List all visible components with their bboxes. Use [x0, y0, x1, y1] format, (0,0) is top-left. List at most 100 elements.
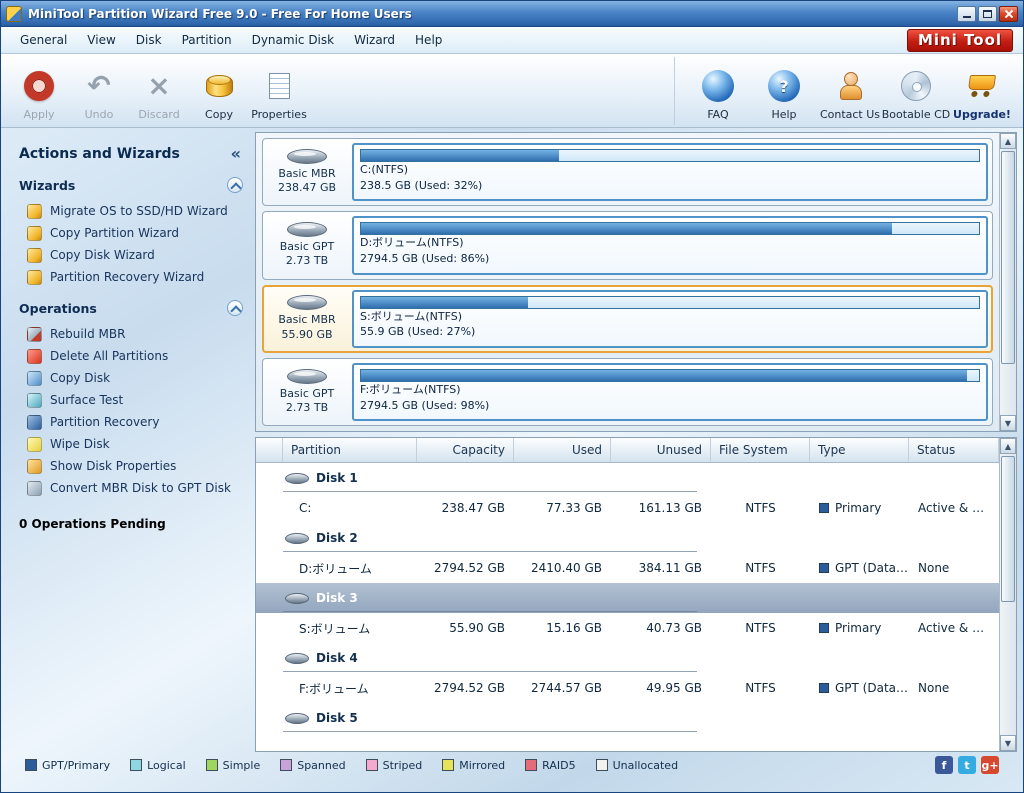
scrollbar-thumb[interactable] — [1001, 456, 1015, 603]
disk-size-label: 2.73 TB — [285, 254, 329, 268]
partition-info: 55.9 GB (Used: 27%) — [360, 325, 476, 339]
sidebar-item-partition-recovery-wizard[interactable]: Partition Recovery Wizard — [19, 266, 247, 288]
contact-us-button[interactable]: Contact Us — [817, 57, 883, 125]
menu-wizard[interactable]: Wizard — [345, 29, 404, 51]
menu-view[interactable]: View — [78, 29, 124, 51]
usage-bar — [360, 222, 980, 236]
minimize-button[interactable] — [957, 5, 976, 22]
disk-map-row-disk4[interactable]: Basic GPT 2.73 TB F:ボリューム(NTFS) 2794.5 G… — [262, 357, 993, 426]
copy-disk-wizard-icon — [27, 247, 42, 263]
scroll-up-icon[interactable]: ▲ — [1000, 438, 1016, 454]
col-file-system[interactable]: File System — [711, 438, 810, 462]
sidebar-item-show-disk-properties[interactable]: Show Disk Properties — [19, 455, 247, 477]
facebook-icon[interactable]: f — [935, 756, 953, 774]
disk-icon — [285, 532, 309, 544]
partition-label: S:ボリューム(NTFS) — [360, 309, 463, 323]
operations-section-title: Operations — [19, 300, 97, 316]
partition-name: D:ボリューム — [299, 561, 372, 576]
disk-group-row-4[interactable]: Disk 4 — [256, 643, 999, 673]
wizards-section-title: Wizards — [19, 177, 76, 193]
sidebar-item-partition-recovery[interactable]: Partition Recovery — [19, 411, 247, 433]
sidebar-item-convert-mbr-to-gpt[interactable]: Convert MBR Disk to GPT Disk — [19, 477, 247, 499]
menu-partition[interactable]: Partition — [173, 29, 241, 51]
sidebar-item-copy-disk[interactable]: Copy Disk — [19, 367, 247, 389]
discard-button[interactable]: × Discard — [129, 57, 189, 125]
legend-striped: Striped — [365, 759, 422, 772]
sidebar-item-copy-partition-wizard[interactable]: Copy Partition Wizard — [19, 222, 247, 244]
partition-row-d[interactable]: D:ボリューム 2794.52 GB 2410.40 GB 384.11 GB … — [256, 553, 999, 583]
legend-bar: GPT/Primary Logical Simple Spanned Strip… — [1, 752, 1023, 778]
collapse-wizards-icon[interactable] — [227, 177, 243, 193]
disk-map-row-disk2[interactable]: Basic GPT 2.73 TB D:ボリューム(NTFS) 2794.5 G… — [262, 211, 993, 280]
sidebar-item-wipe-disk[interactable]: Wipe Disk — [19, 433, 247, 455]
scroll-down-icon[interactable]: ▼ — [1000, 735, 1016, 751]
disk-map-scrollbar[interactable]: ▲ ▼ — [999, 133, 1016, 431]
disk-map-row-disk3-selected[interactable]: Basic MBR 55.90 GB S:ボリューム(NTFS) 55.9 GB… — [262, 284, 993, 353]
menu-help[interactable]: Help — [406, 29, 451, 51]
partition-block-f[interactable]: F:ボリューム(NTFS) 2794.5 GB (Used: 98%) — [352, 362, 988, 421]
disk-group-row-5[interactable]: Disk 5 — [256, 703, 999, 733]
disk-group-row-3-selected[interactable]: Disk 3 — [256, 583, 999, 613]
operations-pending-label: 0 Operations Pending — [19, 517, 166, 531]
undo-icon: ↶ — [87, 69, 111, 102]
partition-name: F:ボリューム — [299, 681, 369, 696]
app-window: MiniTool Partition Wizard Free 9.0 - Fre… — [0, 0, 1024, 793]
upgrade-button[interactable]: Upgrade! — [949, 57, 1015, 125]
surface-test-icon — [27, 392, 42, 408]
scrollbar-thumb[interactable] — [1001, 151, 1015, 364]
scroll-down-icon[interactable]: ▼ — [1000, 415, 1016, 431]
col-partition[interactable]: Partition — [283, 438, 417, 462]
partition-row-f[interactable]: F:ボリューム 2794.52 GB 2744.57 GB 49.95 GB N… — [256, 673, 999, 703]
faq-globe-icon — [702, 70, 734, 102]
disk-map-row-disk1[interactable]: Basic MBR 238.47 GB C:(NTFS) 238.5 GB (U… — [262, 138, 993, 207]
sidebar-item-surface-test[interactable]: Surface Test — [19, 389, 247, 411]
col-unused[interactable]: Unused — [611, 438, 711, 462]
col-type[interactable]: Type — [810, 438, 909, 462]
sidebar-item-rebuild-mbr[interactable]: Rebuild MBR — [19, 323, 247, 345]
partition-block-s[interactable]: S:ボリューム(NTFS) 55.9 GB (Used: 27%) — [352, 289, 988, 348]
delete-all-partitions-icon — [27, 348, 42, 364]
sidebar-item-copy-disk-wizard[interactable]: Copy Disk Wizard — [19, 244, 247, 266]
collapse-sidebar-icon[interactable]: « — [225, 144, 247, 163]
undo-button[interactable]: ↶ Undo — [69, 57, 129, 125]
partition-label: D:ボリューム(NTFS) — [360, 236, 464, 250]
menu-general[interactable]: General — [11, 29, 76, 51]
disk-type-label: Basic MBR — [278, 313, 336, 327]
google-plus-icon[interactable]: g+ — [981, 756, 999, 774]
properties-button[interactable]: Properties — [249, 57, 309, 125]
menu-disk[interactable]: Disk — [127, 29, 171, 51]
partition-type-color — [819, 623, 829, 633]
table-scrollbar[interactable]: ▲ ▼ — [999, 438, 1016, 751]
disk-group-row-2[interactable]: Disk 2 — [256, 523, 999, 553]
apply-icon — [24, 71, 54, 101]
collapse-operations-icon[interactable] — [227, 300, 243, 316]
migrate-os-wizard-icon — [27, 203, 42, 219]
disk-group-row-1[interactable]: Disk 1 — [256, 463, 999, 493]
wipe-disk-icon — [27, 436, 42, 452]
help-button[interactable]: ? Help — [751, 57, 817, 125]
twitter-icon[interactable]: t — [958, 756, 976, 774]
maximize-button[interactable] — [978, 5, 997, 22]
col-status[interactable]: Status — [909, 438, 999, 462]
partition-row-s[interactable]: S:ボリューム 55.90 GB 15.16 GB 40.73 GB NTFS … — [256, 613, 999, 643]
copy-button[interactable]: Copy — [189, 57, 249, 125]
faq-button[interactable]: FAQ — [685, 57, 751, 125]
hard-disk-icon — [287, 295, 327, 311]
disk-type-label: Basic MBR — [278, 166, 336, 180]
col-capacity[interactable]: Capacity — [417, 438, 514, 462]
disk-size-label: 2.73 TB — [285, 400, 329, 414]
apply-button[interactable]: Apply — [9, 57, 69, 125]
partition-info: 2794.5 GB (Used: 98%) — [360, 398, 490, 412]
partition-recovery-icon — [27, 414, 42, 430]
help-icon: ? — [768, 70, 800, 102]
sidebar-item-delete-all-partitions[interactable]: Delete All Partitions — [19, 345, 247, 367]
partition-row-c[interactable]: C: 238.47 GB 77.33 GB 161.13 GB NTFS Pri… — [256, 493, 999, 523]
scroll-up-icon[interactable]: ▲ — [1000, 133, 1016, 149]
sidebar-item-migrate-os[interactable]: Migrate OS to SSD/HD Wizard — [19, 200, 247, 222]
bootable-cd-button[interactable]: Bootable CD — [882, 57, 950, 125]
partition-block-c[interactable]: C:(NTFS) 238.5 GB (Used: 32%) — [352, 143, 988, 202]
col-used[interactable]: Used — [514, 438, 611, 462]
menu-dynamic-disk[interactable]: Dynamic Disk — [243, 29, 344, 51]
close-button[interactable] — [999, 5, 1018, 22]
partition-block-d[interactable]: D:ボリューム(NTFS) 2794.5 GB (Used: 86%) — [352, 216, 988, 275]
